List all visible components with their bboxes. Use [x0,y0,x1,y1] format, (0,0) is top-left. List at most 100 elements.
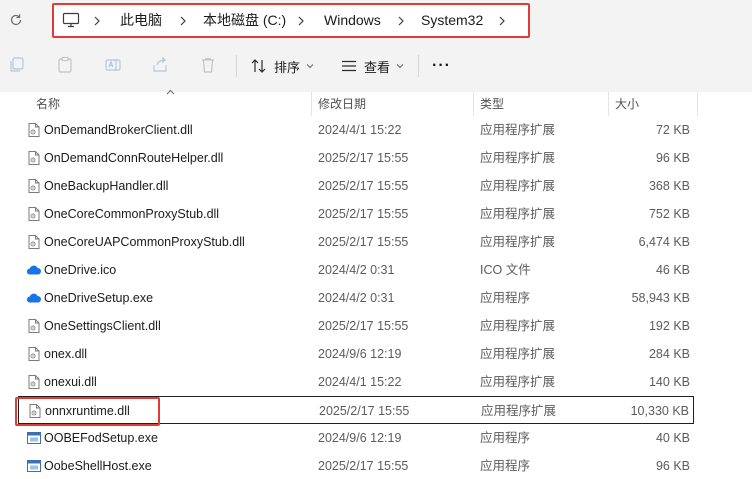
table-row[interactable]: OOBEFodSetup.exe 2024/9/6 12:19 应用程序 40 KB [18,424,694,452]
table-row[interactable]: OnDemandBrokerClient.dll 2024/4/1 15:22 应用… [18,116,694,144]
file-type: 应用程序扩展 [480,207,556,221]
file-size: 140 KB [648,375,690,389]
file-date: 2024/4/2 0:31 [318,291,395,305]
file-name: OnDemandBrokerClient.dll [44,123,193,137]
file-date: 2025/2/17 15:55 [318,207,409,221]
column-divider[interactable] [311,92,312,116]
breadcrumb-local-disk[interactable]: 本地磁盘 (C:) [203,5,286,36]
file-name: OneCoreUAPCommonProxyStub.dll [44,235,245,249]
sort-icon [251,59,266,73]
file-type: 应用程序扩展 [481,404,557,418]
dll-file-icon [26,318,42,334]
breadcrumb-this-pc[interactable]: 此电脑 [120,5,162,36]
column-divider[interactable] [608,92,609,116]
file-type: 应用程序扩展 [480,179,556,193]
file-size: 192 KB [648,319,690,333]
file-type: 应用程序扩展 [480,123,556,137]
this-pc-icon[interactable] [62,12,80,28]
file-date: 2025/2/17 15:55 [319,404,410,418]
chevron-right-icon[interactable] [497,5,507,36]
column-header-type[interactable]: 类型 [480,92,504,116]
column-header-date[interactable]: 修改日期 [318,92,366,116]
file-name: onexui.dll [44,375,97,389]
chevron-right-icon[interactable] [296,5,306,36]
file-name: OneBackupHandler.dll [44,179,169,193]
file-size: 72 KB [655,123,690,137]
table-row[interactable]: OneCoreUAPCommonProxyStub.dll 2025/2/17 1… [18,228,694,256]
address-bar[interactable]: 此电脑 本地磁盘 (C:) Windows System32 [52,3,530,38]
file-date: 2025/2/17 15:55 [318,459,409,473]
table-row[interactable]: OneDriveSetup.exe 2024/4/2 0:31 应用程序 58,943… [18,284,694,312]
file-type: ICO 文件 [480,263,531,277]
file-name: OneCoreCommonProxyStub.dll [44,207,220,221]
file-name: OOBEFodSetup.exe [44,431,158,445]
table-row[interactable]: onex.dll 2024/9/6 12:19 应用程序扩展 284 KB [18,340,694,368]
more-options-icon: ··· [432,57,451,74]
chevron-right-icon[interactable] [396,5,406,36]
table-row[interactable]: OnDemandConnRouteHelper.dll 2025/2/17 15:… [18,144,694,172]
file-explorer-window: 此电脑 本地磁盘 (C:) Windows System32 排序 查看 ···… [0,0,752,479]
dll-file-icon [26,374,42,390]
toolbar-divider [418,55,419,77]
exe-app-icon [26,430,42,446]
file-size: 6,474 KB [638,235,690,249]
file-size: 284 KB [648,347,690,361]
sort-button[interactable]: 排序 [250,54,314,78]
file-size: 40 KB [655,431,690,445]
column-header-name[interactable]: 名称 [36,92,60,116]
delete-icon[interactable] [199,56,217,74]
file-type: 应用程序扩展 [480,375,556,389]
dll-file-icon [27,403,43,419]
more-options-button[interactable]: ··· [432,54,451,78]
chevron-down-icon [396,64,404,69]
file-size: 58,943 KB [631,291,690,305]
table-row[interactable]: onexui.dll 2024/4/1 15:22 应用程序扩展 140 KB [18,368,694,396]
file-size: 368 KB [648,179,690,193]
column-divider[interactable] [473,92,474,116]
file-date: 2024/9/6 12:19 [318,431,402,445]
file-date: 2025/2/17 15:55 [318,151,409,165]
file-type: 应用程序扩展 [480,319,556,333]
onedrive-cloud-icon [26,262,42,278]
file-name: OobeShellHost.exe [44,459,152,473]
column-divider[interactable] [697,92,698,116]
view-icon [342,60,356,72]
breadcrumb-windows[interactable]: Windows [324,5,381,36]
table-row[interactable]: OneDrive.ico 2024/4/2 0:31 ICO 文件 46 KB [18,256,694,284]
file-size: 752 KB [648,207,690,221]
table-row[interactable]: OneSettingsClient.dll 2025/2/17 15:55 应用程序… [18,312,694,340]
refresh-button[interactable] [4,8,28,32]
address-row: 此电脑 本地磁盘 (C:) Windows System32 [0,0,752,40]
file-date: 2024/4/2 0:31 [318,263,395,277]
chevron-right-icon[interactable] [178,5,188,36]
column-header-row: 名称 修改日期 类型 大小 [0,89,752,116]
file-name: onex.dll [44,347,88,361]
file-name: OneDrive.ico [44,263,117,277]
file-name: OneSettingsClient.dll [44,319,161,333]
table-row[interactable]: OneCoreCommonProxyStub.dll 2025/2/17 15:5… [18,200,694,228]
file-date: 2024/4/1 15:22 [318,375,402,389]
dll-file-icon [26,346,42,362]
file-date: 2024/9/6 12:19 [318,347,402,361]
column-header-size[interactable]: 大小 [615,92,639,116]
file-type: 应用程序 [480,459,531,473]
paste-icon[interactable] [56,56,74,74]
share-icon[interactable] [151,56,169,74]
breadcrumb-system32[interactable]: System32 [421,5,483,36]
file-name: OnDemandConnRouteHelper.dll [44,151,224,165]
table-row[interactable]: OneBackupHandler.dll 2025/2/17 15:55 应用程序扩… [18,172,694,200]
view-button[interactable]: 查看 [340,54,404,78]
dll-file-icon [26,178,42,194]
chevron-down-icon [306,64,314,69]
copy-icon[interactable] [8,56,26,74]
rename-icon[interactable] [104,56,122,74]
file-type: 应用程序 [480,431,531,445]
file-type: 应用程序扩展 [480,347,556,361]
file-date: 2025/2/17 15:55 [318,235,409,249]
table-row-selected[interactable]: onnxruntime.dll 2025/2/17 15:55 应用程序扩展 10,3… [18,396,694,424]
exe-app-icon [26,458,42,474]
file-name: OneDriveSetup.exe [44,291,154,305]
chevron-right-icon[interactable] [92,5,102,36]
table-row[interactable]: OobeShellHost.exe 2025/2/17 15:55 应用程序 96 K… [18,452,694,479]
file-list: OnDemandBrokerClient.dll 2024/4/1 15:22 应用… [0,116,752,479]
